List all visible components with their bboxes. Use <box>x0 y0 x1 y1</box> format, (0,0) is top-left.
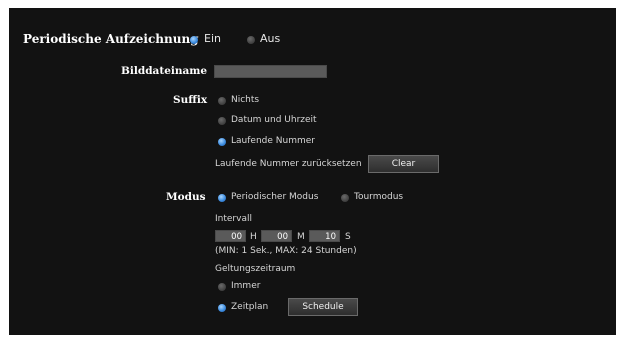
hours-unit: H <box>250 232 257 242</box>
interval-minutes-input[interactable]: 00 <box>261 230 292 242</box>
filename-label: Bilddateiname <box>121 65 208 77</box>
validity-label: Geltungszeitraum <box>215 264 296 274</box>
suffix-label: Suffix <box>173 94 208 106</box>
mode-tour-label: Tourmodus <box>354 192 404 202</box>
periodic-on-radio[interactable] <box>190 36 198 44</box>
interval-range-note: (MIN: 1 Sek., MAX: 24 Stunden) <box>215 246 357 256</box>
mode-periodic-label: Periodischer Modus <box>231 192 319 202</box>
validity-always-radio[interactable] <box>218 283 226 291</box>
interval-label: Intervall <box>215 214 252 224</box>
reset-sequence-label: Laufende Nummer zurücksetzen <box>215 159 362 169</box>
suffix-datetime-radio[interactable] <box>218 117 226 125</box>
suffix-none-label: Nichts <box>231 95 260 105</box>
interval-seconds-input[interactable]: 10 <box>309 230 340 242</box>
periodic-off-radio[interactable] <box>247 36 255 44</box>
mode-tour-radio[interactable] <box>341 194 349 202</box>
validity-schedule-radio[interactable] <box>218 304 226 312</box>
suffix-sequence-radio[interactable] <box>218 138 226 146</box>
mode-periodic-radio[interactable] <box>218 194 226 202</box>
periodic-recording-label: Periodische Aufzeichnung <box>23 32 199 46</box>
mode-label: Modus <box>166 191 206 203</box>
periodic-off-label: Aus <box>260 32 281 45</box>
filename-input[interactable] <box>214 65 327 78</box>
periodic-on-label: Ein <box>204 32 221 45</box>
validity-always-label: Immer <box>231 281 261 291</box>
seconds-unit: S <box>345 232 351 242</box>
schedule-button[interactable]: Schedule <box>288 298 358 316</box>
suffix-datetime-label: Datum und Uhrzeit <box>231 115 317 125</box>
suffix-sequence-label: Laufende Nummer <box>231 136 315 146</box>
minutes-unit: M <box>297 232 305 242</box>
settings-panel: Periodische Aufzeichnung Ein Aus Bilddat… <box>9 8 616 335</box>
clear-button[interactable]: Clear <box>368 155 439 173</box>
interval-hours-input[interactable]: 00 <box>215 230 246 242</box>
suffix-none-radio[interactable] <box>218 97 226 105</box>
validity-schedule-label: Zeitplan <box>231 302 269 312</box>
